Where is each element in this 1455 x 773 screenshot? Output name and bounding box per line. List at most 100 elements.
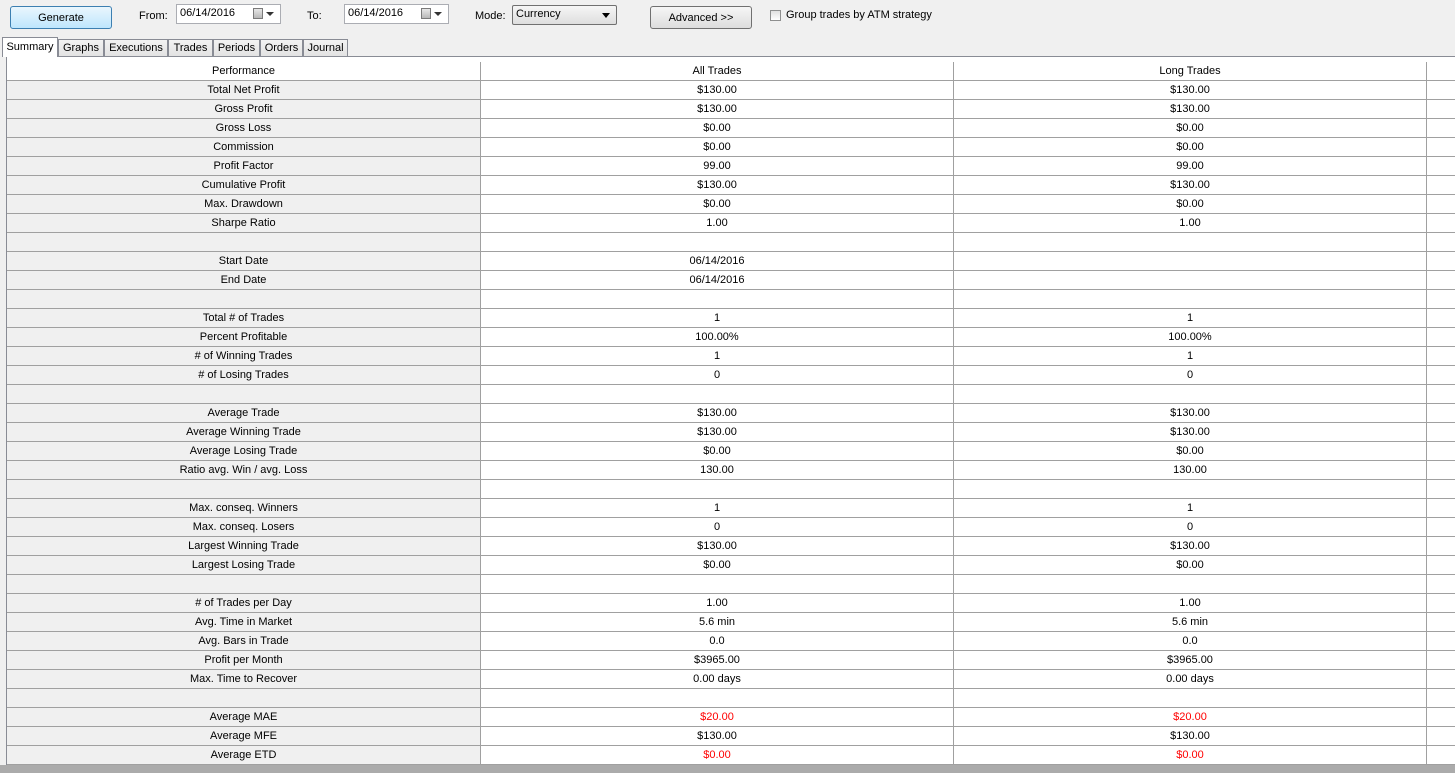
table-row[interactable]: Commission $0.00 $0.00 bbox=[7, 138, 1455, 157]
table-row[interactable]: Avg. Bars in Trade 0.0 0.0 bbox=[7, 632, 1455, 651]
calendar-icon[interactable] bbox=[421, 8, 431, 19]
table-row[interactable]: End Date 06/14/2016 bbox=[7, 271, 1455, 290]
metric-name-cell: Average ETD bbox=[7, 746, 481, 765]
table-row[interactable]: Cumulative Profit $130.00 $130.00 bbox=[7, 176, 1455, 195]
group-trades-checkbox[interactable] bbox=[770, 10, 781, 21]
column-header-performance[interactable]: Performance bbox=[7, 62, 481, 81]
table-row[interactable]: Max. Time to Recover 0.00 days 0.00 days bbox=[7, 670, 1455, 689]
tab-trades[interactable]: Trades bbox=[168, 39, 213, 56]
table-row[interactable]: # of Winning Trades 1 1 bbox=[7, 347, 1455, 366]
metric-name-cell: Max. conseq. Losers bbox=[7, 518, 481, 537]
table-row[interactable]: Max. conseq. Losers 0 0 bbox=[7, 518, 1455, 537]
table-row[interactable]: Sharpe Ratio 1.00 1.00 bbox=[7, 214, 1455, 233]
metric-name-cell: Max. Drawdown bbox=[7, 195, 481, 214]
table-row[interactable]: Average MFE $130.00 $130.00 bbox=[7, 727, 1455, 746]
table-row[interactable]: Largest Winning Trade $130.00 $130.00 bbox=[7, 537, 1455, 556]
extra-cell bbox=[1427, 100, 1455, 119]
all-trades-cell: 0 bbox=[481, 518, 954, 537]
from-date-picker[interactable]: 06/14/2016 bbox=[176, 4, 281, 24]
long-trades-cell: 0 bbox=[954, 518, 1427, 537]
chevron-down-icon[interactable] bbox=[434, 12, 442, 16]
long-trades-cell: $0.00 bbox=[954, 138, 1427, 157]
long-trades-cell: 1.00 bbox=[954, 594, 1427, 613]
all-trades-cell: 5.6 min bbox=[481, 613, 954, 632]
table-row[interactable]: Total # of Trades 1 1 bbox=[7, 309, 1455, 328]
all-trades-cell: $0.00 bbox=[481, 195, 954, 214]
table-row[interactable]: Average Losing Trade $0.00 $0.00 bbox=[7, 442, 1455, 461]
table-row[interactable]: Largest Losing Trade $0.00 $0.00 bbox=[7, 556, 1455, 575]
column-header-extra[interactable] bbox=[1427, 62, 1455, 81]
long-trades-cell: $0.00 bbox=[954, 119, 1427, 138]
tab-orders[interactable]: Orders bbox=[260, 39, 303, 56]
column-header-all-trades[interactable]: All Trades bbox=[481, 62, 954, 81]
metric-name-cell bbox=[7, 385, 481, 404]
all-trades-cell: $130.00 bbox=[481, 537, 954, 556]
table-row[interactable]: Average Winning Trade $130.00 $130.00 bbox=[7, 423, 1455, 442]
calendar-icon[interactable] bbox=[253, 8, 263, 19]
table-row[interactable]: Percent Profitable 100.00% 100.00% bbox=[7, 328, 1455, 347]
extra-cell bbox=[1427, 195, 1455, 214]
table-row[interactable]: Avg. Time in Market 5.6 min 5.6 min bbox=[7, 613, 1455, 632]
table-row[interactable] bbox=[7, 233, 1455, 252]
extra-cell bbox=[1427, 309, 1455, 328]
all-trades-cell: $130.00 bbox=[481, 176, 954, 195]
table-row[interactable] bbox=[7, 575, 1455, 594]
extra-cell bbox=[1427, 252, 1455, 271]
chevron-down-icon[interactable] bbox=[266, 12, 274, 16]
advanced-button[interactable]: Advanced >> bbox=[650, 6, 752, 29]
all-trades-cell: $0.00 bbox=[481, 746, 954, 765]
tab-journal[interactable]: Journal bbox=[303, 39, 348, 56]
table-row[interactable] bbox=[7, 480, 1455, 499]
table-row[interactable]: Average Trade $130.00 $130.00 bbox=[7, 404, 1455, 423]
mode-select[interactable]: Currency bbox=[512, 5, 617, 25]
tab-periods[interactable]: Periods bbox=[213, 39, 260, 56]
table-row[interactable]: # of Losing Trades 0 0 bbox=[7, 366, 1455, 385]
table-row[interactable] bbox=[7, 385, 1455, 404]
group-trades-label[interactable]: Group trades by ATM strategy bbox=[786, 9, 932, 21]
metric-name-cell: Avg. Bars in Trade bbox=[7, 632, 481, 651]
extra-cell bbox=[1427, 404, 1455, 423]
metric-name-cell: Ratio avg. Win / avg. Loss bbox=[7, 461, 481, 480]
extra-cell bbox=[1427, 157, 1455, 176]
long-trades-cell: 100.00% bbox=[954, 328, 1427, 347]
tab-summary[interactable]: Summary bbox=[2, 37, 58, 57]
tab-executions[interactable]: Executions bbox=[104, 39, 168, 56]
metric-name-cell: Average Losing Trade bbox=[7, 442, 481, 461]
extra-cell bbox=[1427, 233, 1455, 252]
extra-cell bbox=[1427, 556, 1455, 575]
all-trades-cell bbox=[481, 480, 954, 499]
table-row[interactable]: Max. Drawdown $0.00 $0.00 bbox=[7, 195, 1455, 214]
extra-cell bbox=[1427, 670, 1455, 689]
table-row[interactable]: Profit Factor 99.00 99.00 bbox=[7, 157, 1455, 176]
table-row[interactable]: Start Date 06/14/2016 bbox=[7, 252, 1455, 271]
long-trades-cell bbox=[954, 385, 1427, 404]
to-date-picker[interactable]: 06/14/2016 bbox=[344, 4, 449, 24]
long-trades-cell: $130.00 bbox=[954, 727, 1427, 746]
table-row[interactable] bbox=[7, 689, 1455, 708]
table-row[interactable]: Ratio avg. Win / avg. Loss 130.00 130.00 bbox=[7, 461, 1455, 480]
table-row[interactable]: Profit per Month $3965.00 $3965.00 bbox=[7, 651, 1455, 670]
table-row[interactable]: # of Trades per Day 1.00 1.00 bbox=[7, 594, 1455, 613]
table-row[interactable]: Total Net Profit $130.00 $130.00 bbox=[7, 81, 1455, 100]
metric-name-cell bbox=[7, 233, 481, 252]
table-row[interactable]: Gross Profit $130.00 $130.00 bbox=[7, 100, 1455, 119]
metric-name-cell: Largest Losing Trade bbox=[7, 556, 481, 575]
generate-button[interactable]: Generate bbox=[10, 6, 112, 29]
extra-cell bbox=[1427, 575, 1455, 594]
metric-name-cell: Percent Profitable bbox=[7, 328, 481, 347]
table-row[interactable]: Average ETD $0.00 $0.00 bbox=[7, 746, 1455, 765]
table-row[interactable]: Gross Loss $0.00 $0.00 bbox=[7, 119, 1455, 138]
toolbar: Generate From: 06/14/2016 To: 06/14/2016… bbox=[0, 0, 1455, 36]
column-header-long-trades[interactable]: Long Trades bbox=[954, 62, 1427, 81]
long-trades-cell: $130.00 bbox=[954, 176, 1427, 195]
metric-name-cell: Avg. Time in Market bbox=[7, 613, 481, 632]
table-row[interactable] bbox=[7, 290, 1455, 309]
extra-cell bbox=[1427, 613, 1455, 632]
performance-grid[interactable]: Performance All Trades Long Trades Total… bbox=[6, 56, 1455, 765]
tab-graphs[interactable]: Graphs bbox=[58, 39, 104, 56]
table-row[interactable]: Max. conseq. Winners 1 1 bbox=[7, 499, 1455, 518]
table-row[interactable]: Average MAE $20.00 $20.00 bbox=[7, 708, 1455, 727]
all-trades-cell: $0.00 bbox=[481, 556, 954, 575]
long-trades-cell: 5.6 min bbox=[954, 613, 1427, 632]
all-trades-cell: 0 bbox=[481, 366, 954, 385]
